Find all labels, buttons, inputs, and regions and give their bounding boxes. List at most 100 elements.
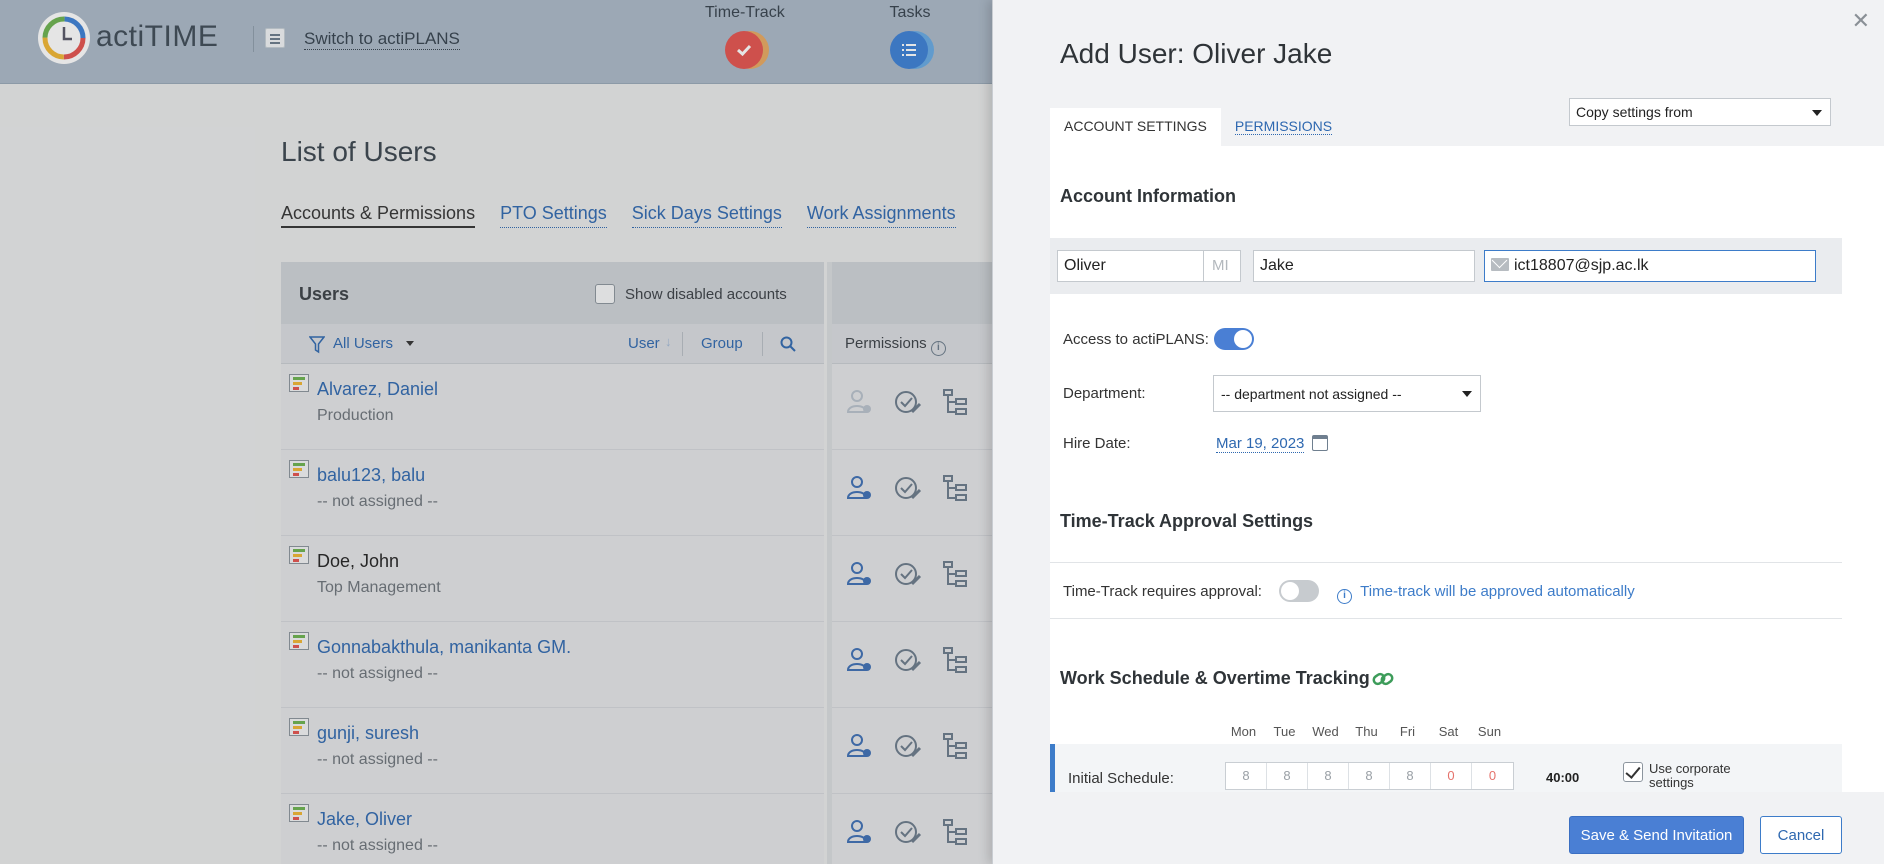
- approve-edit-icon[interactable]: [894, 388, 922, 416]
- user-name-link[interactable]: Gonnabakthula, manikanta GM.: [317, 637, 571, 658]
- show-disabled-toggle[interactable]: Show disabled accounts: [595, 284, 787, 304]
- switch-to-actiplans-link[interactable]: Switch to actiPLANS: [304, 29, 460, 50]
- panel-title: Add User: Oliver Jake: [1060, 38, 1333, 69]
- email-field[interactable]: ict18807@sjp.ac.lk: [1484, 250, 1816, 282]
- user-row[interactable]: Doe, John Top Management: [281, 536, 824, 622]
- all-users-filter[interactable]: All Users: [333, 335, 393, 352]
- hours-input[interactable]: 0: [1472, 763, 1513, 789]
- cancel-button[interactable]: Cancel: [1760, 816, 1842, 854]
- nav-time-track[interactable]: Time-Track: [705, 4, 785, 69]
- calendar-icon[interactable]: [1312, 435, 1328, 451]
- approve-edit-icon[interactable]: [894, 646, 922, 674]
- user-settings-icon[interactable]: [846, 560, 874, 588]
- tab-sick-days-settings[interactable]: Sick Days Settings: [631, 203, 782, 228]
- hierarchy-icon[interactable]: [942, 732, 970, 760]
- chevron-down-icon[interactable]: [406, 341, 414, 346]
- user-settings-icon[interactable]: [846, 818, 874, 846]
- first-name-field[interactable]: Oliver MI: [1057, 250, 1241, 282]
- user-name-link[interactable]: Doe, John: [317, 551, 399, 572]
- user-row[interactable]: Alvarez, Daniel Production: [281, 364, 824, 450]
- day-label: Mon: [1230, 724, 1257, 739]
- user-department: -- not assigned --: [317, 751, 438, 768]
- approve-edit-icon[interactable]: [894, 560, 922, 588]
- tab-pto-settings[interactable]: PTO Settings: [500, 203, 607, 228]
- approval-toggle[interactable]: [1279, 580, 1319, 602]
- show-disabled-checkbox[interactable]: [595, 284, 615, 304]
- hours-input[interactable]: 8: [1226, 763, 1267, 789]
- actiplans-icon[interactable]: [265, 28, 285, 48]
- user-settings-icon[interactable]: [846, 732, 874, 760]
- copy-settings-select[interactable]: Copy settings from: [1569, 98, 1831, 126]
- hours-input[interactable]: 8: [1308, 763, 1349, 789]
- user-settings-icon[interactable]: [846, 646, 874, 674]
- day-label: Tue: [1273, 724, 1296, 739]
- actitime-logo-icon[interactable]: [38, 12, 90, 64]
- hours-input[interactable]: 8: [1267, 763, 1308, 789]
- tab-permissions-label: PERMISSIONS: [1234, 118, 1333, 135]
- hours-input[interactable]: 0: [1431, 763, 1472, 789]
- filter-icon[interactable]: [309, 336, 325, 354]
- initial-schedule-label: Initial Schedule:: [1068, 770, 1174, 787]
- show-disabled-label: Show disabled accounts: [625, 285, 787, 303]
- permissions-row: [832, 536, 992, 622]
- hierarchy-icon[interactable]: [942, 474, 970, 502]
- user-status-icon: [289, 374, 309, 392]
- user-row[interactable]: balu123, balu -- not assigned --: [281, 450, 824, 536]
- use-corporate-checkbox[interactable]: [1623, 762, 1643, 782]
- hours-input[interactable]: 8: [1390, 763, 1431, 789]
- permissions-row: [832, 622, 992, 708]
- user-settings-icon[interactable]: [846, 474, 874, 502]
- nav-tasks[interactable]: Tasks: [888, 4, 934, 69]
- user-name-link[interactable]: balu123, balu: [317, 465, 425, 486]
- envelope-icon: [1491, 258, 1509, 271]
- day-label: Thu: [1355, 724, 1378, 739]
- divider: [1050, 618, 1842, 619]
- approve-edit-icon[interactable]: [894, 818, 922, 846]
- divider: [682, 332, 683, 356]
- users-title: Users: [299, 284, 350, 304]
- user-row[interactable]: Gonnabakthula, manikanta GM. -- not assi…: [281, 622, 824, 708]
- hire-date-link[interactable]: Mar 19, 2023: [1216, 435, 1305, 453]
- sort-by-user[interactable]: User: [628, 335, 660, 352]
- schedule-hours: 8 8 8 8 8 0 0: [1225, 762, 1514, 790]
- hours-input[interactable]: 8: [1349, 763, 1390, 789]
- access-actiplans-toggle[interactable]: [1214, 328, 1254, 350]
- approve-edit-icon[interactable]: [894, 732, 922, 760]
- initial-schedule-row: Initial Schedule: 8 8 8 8 8 0 0 40:00 Us…: [1050, 744, 1842, 792]
- tab-account-settings[interactable]: ACCOUNT SETTINGS: [1050, 108, 1221, 146]
- list-icon: [888, 28, 934, 69]
- divider: [1050, 562, 1842, 563]
- time-track-approval-heading: Time-Track Approval Settings: [1060, 511, 1314, 531]
- sort-by-group[interactable]: Group: [701, 335, 743, 352]
- email-value: ict18807@sjp.ac.lk: [1514, 257, 1649, 274]
- user-department: -- not assigned --: [317, 665, 438, 682]
- use-corporate-settings[interactable]: Use corporate settings: [1623, 762, 1749, 790]
- hierarchy-icon[interactable]: [942, 388, 970, 416]
- department-select[interactable]: -- department not assigned --: [1213, 375, 1481, 412]
- user-name-link[interactable]: Alvarez, Daniel: [317, 379, 438, 400]
- save-send-invitation-button[interactable]: Save & Send Invitation: [1569, 816, 1744, 854]
- access-actiplans-label: Access to actiPLANS:: [1063, 331, 1209, 348]
- last-name-field[interactable]: Jake: [1253, 250, 1475, 282]
- hierarchy-icon[interactable]: [942, 818, 970, 846]
- hierarchy-icon[interactable]: [942, 646, 970, 674]
- tab-accounts-permissions[interactable]: Accounts & Permissions: [281, 203, 476, 228]
- schedule-day-headers: Mon Tue Wed Thu Fri Sat Sun: [1223, 724, 1510, 739]
- tab-work-assignments[interactable]: Work Assignments: [806, 203, 956, 228]
- approve-edit-icon[interactable]: [894, 474, 922, 502]
- user-row[interactable]: gunji, suresh -- not assigned --: [281, 708, 824, 794]
- tab-permissions[interactable]: PERMISSIONS: [1221, 108, 1346, 146]
- user-settings-icon[interactable]: [846, 388, 874, 416]
- hierarchy-icon[interactable]: [942, 560, 970, 588]
- close-icon[interactable]: ✕: [1852, 8, 1870, 34]
- permissions-label: Permissions i: [845, 335, 946, 356]
- user-row[interactable]: Jake, Oliver -- not assigned --: [281, 794, 824, 864]
- user-name-link[interactable]: gunji, suresh: [317, 723, 419, 744]
- user-name-link[interactable]: Jake, Oliver: [317, 809, 412, 830]
- middle-initial-field[interactable]: MI: [1203, 251, 1239, 281]
- link-icon[interactable]: [1372, 670, 1394, 688]
- first-name-value: Oliver: [1064, 257, 1106, 274]
- search-icon[interactable]: [780, 336, 796, 352]
- chevron-down-icon: [1812, 110, 1822, 116]
- info-icon[interactable]: i: [930, 341, 946, 356]
